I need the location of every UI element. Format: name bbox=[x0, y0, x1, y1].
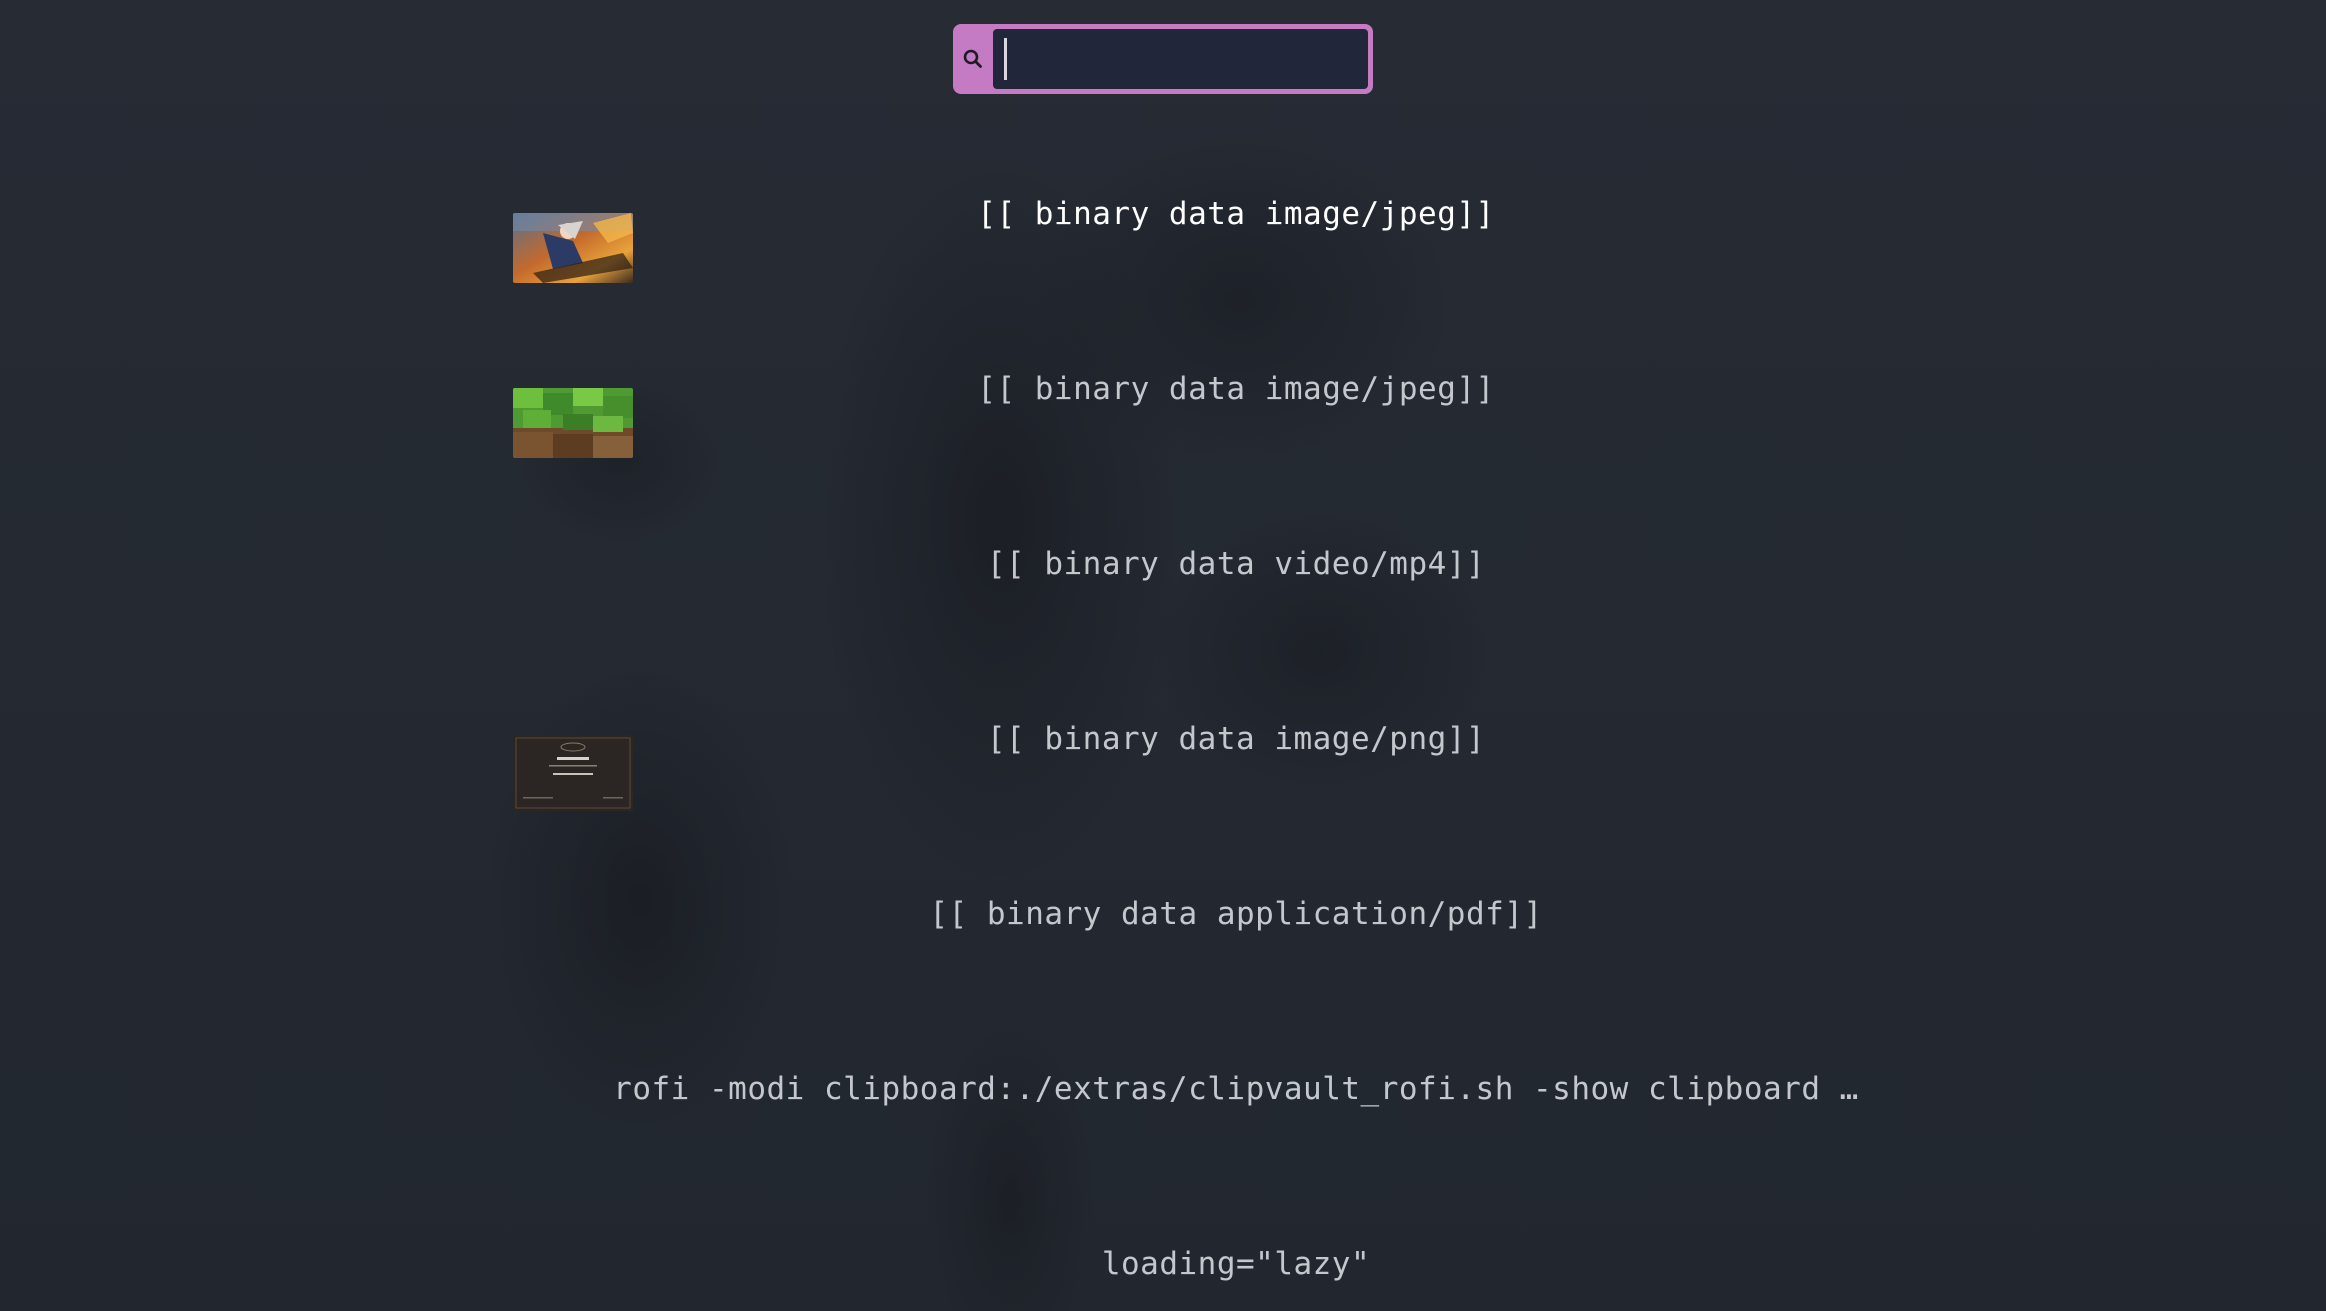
list-item[interactable]: [[ binary data application/pdf]] bbox=[480, 860, 1980, 1035]
list-item[interactable]: loading="lazy" bbox=[480, 1210, 1980, 1311]
list-item-label: [[ binary data application/pdf]] bbox=[929, 896, 1543, 932]
list-item[interactable]: [[ binary data image/jpeg]] bbox=[480, 335, 1980, 510]
list-item[interactable]: [[ binary data video/mp4]] bbox=[480, 510, 1980, 685]
list-item-label: loading="lazy" bbox=[1101, 1246, 1371, 1282]
list-item[interactable]: [[ binary data image/jpeg]] bbox=[480, 160, 1980, 335]
clipboard-history-list: [[ binary data image/jpeg]] [[ binary da… bbox=[0, 0, 2326, 1311]
list-item-label: [[ binary data video/mp4]] bbox=[986, 546, 1486, 582]
list-item[interactable]: rofi -modi clipboard:./extras/clipvault_… bbox=[480, 1035, 1980, 1210]
list-item[interactable]: [[ binary data image/png]] bbox=[480, 685, 1980, 860]
list-item-label: [[ binary data image/png]] bbox=[986, 721, 1486, 757]
list-item-label: rofi -modi clipboard:./extras/clipvault_… bbox=[613, 1071, 1859, 1107]
list-item-label: [[ binary data image/jpeg]] bbox=[977, 371, 1495, 407]
list-item-label: [[ binary data image/jpeg]] bbox=[977, 196, 1495, 232]
